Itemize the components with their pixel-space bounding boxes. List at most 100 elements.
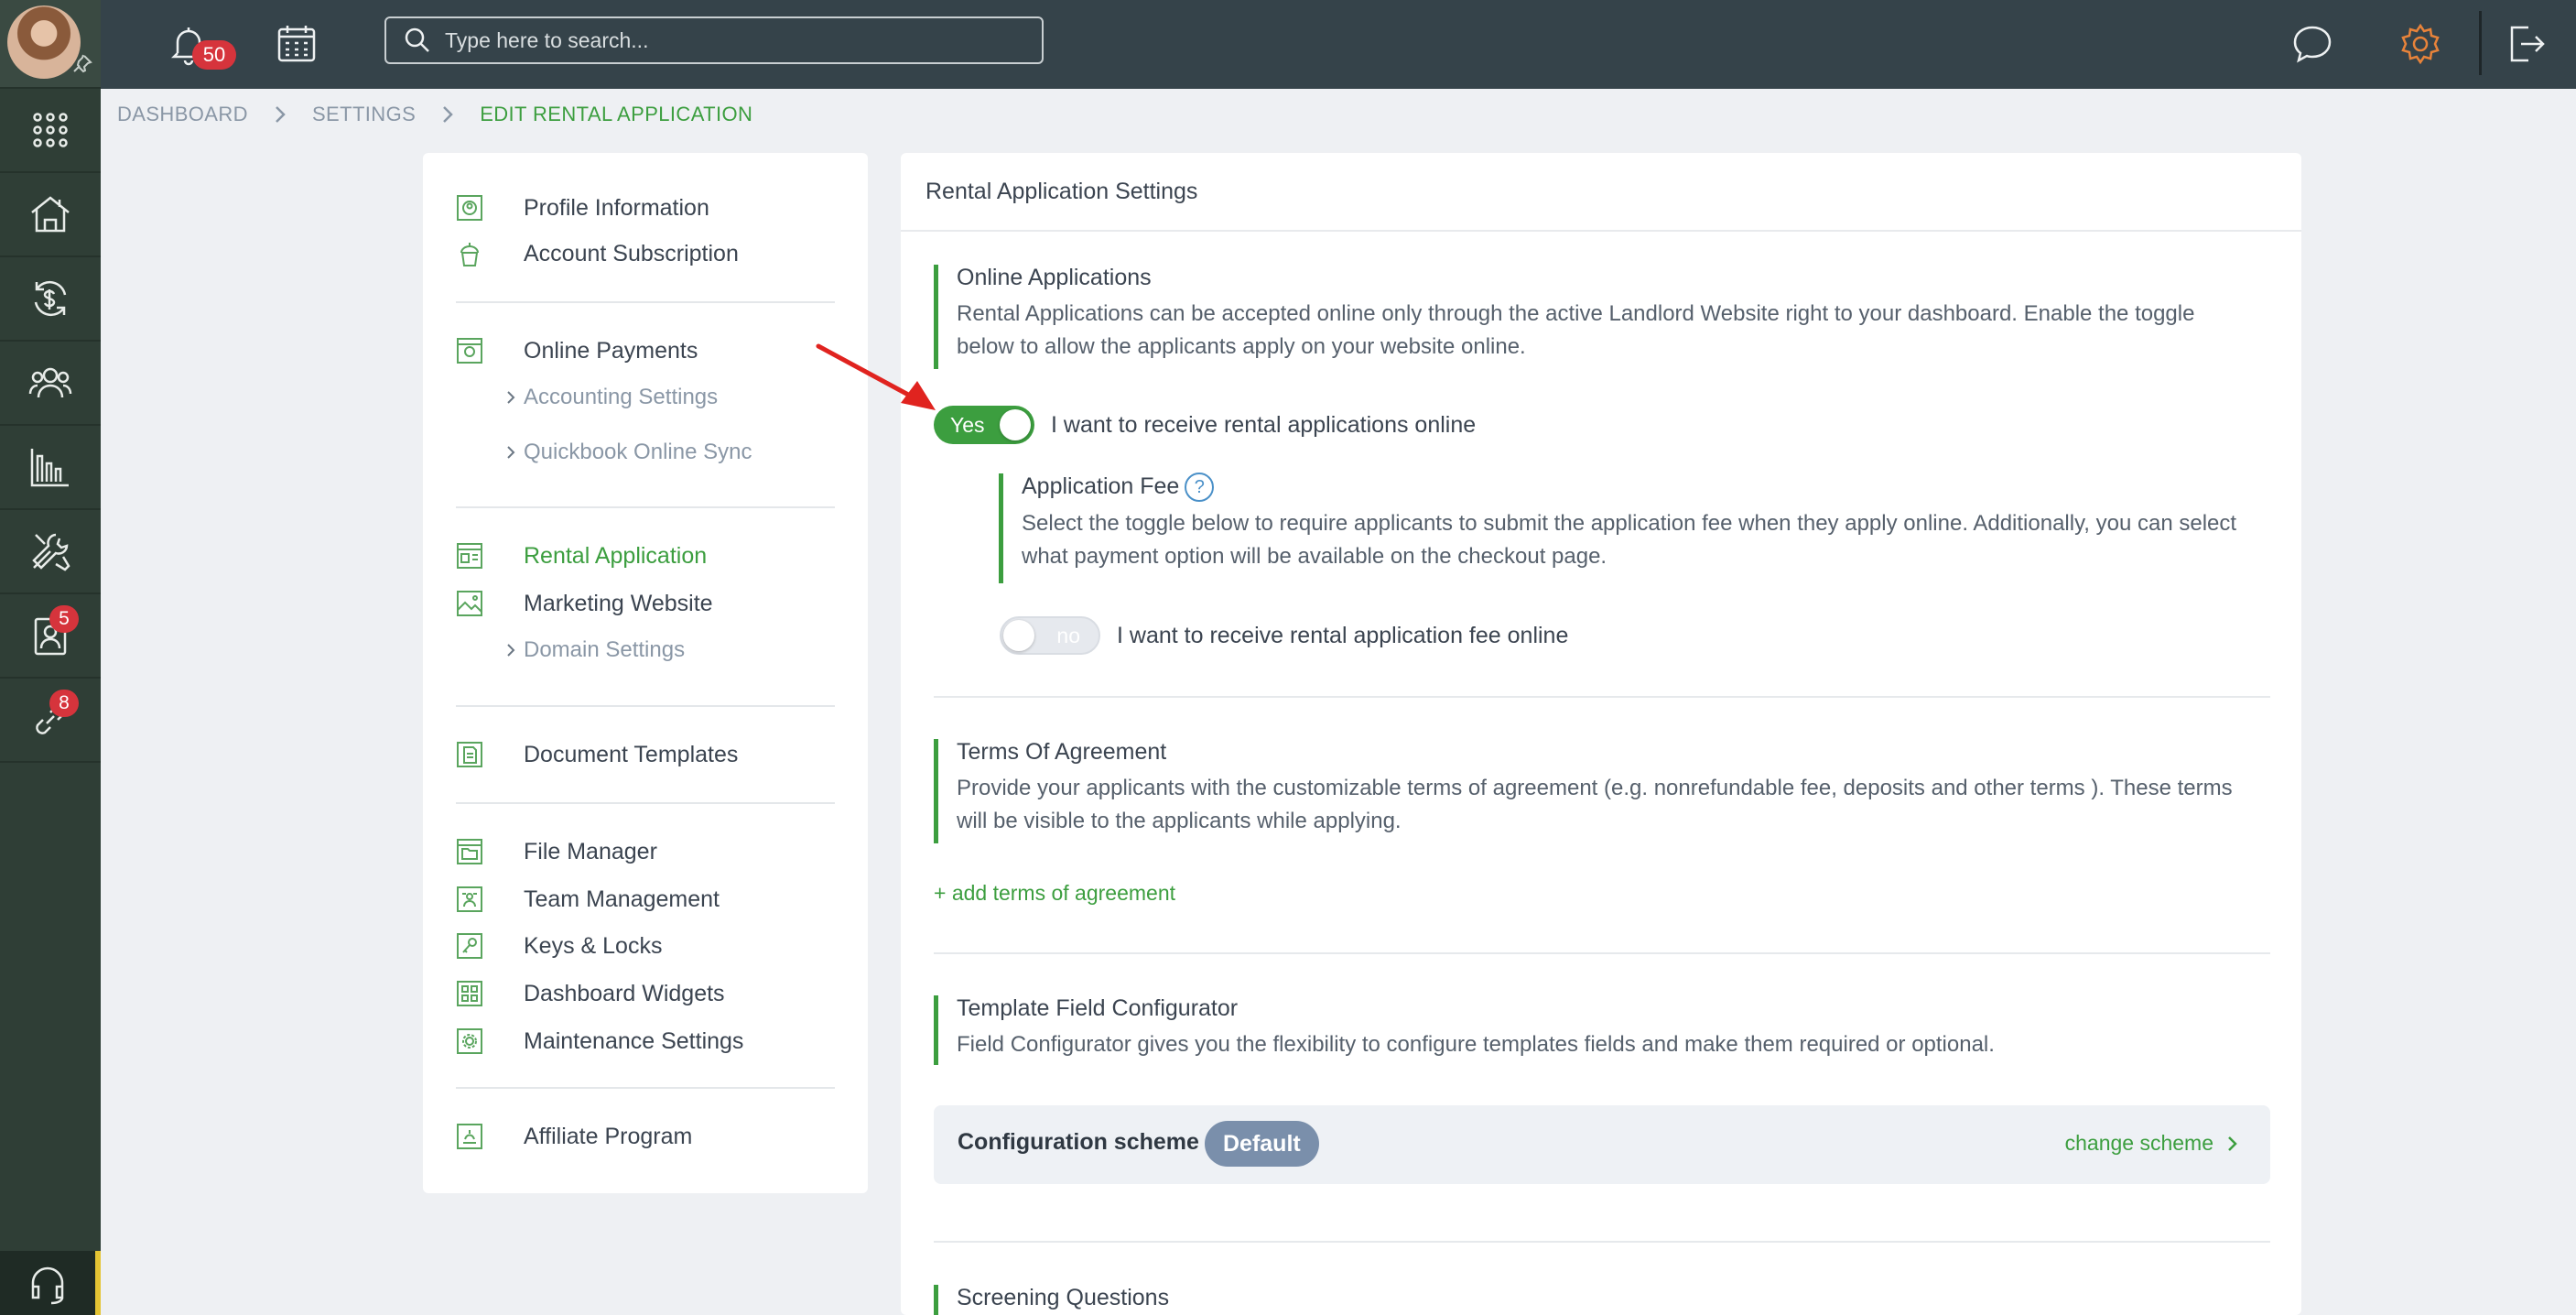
breadcrumb-settings[interactable]: SETTINGS bbox=[312, 103, 416, 126]
nav-affiliate-program[interactable]: Affiliate Program bbox=[456, 1120, 692, 1153]
reports-button[interactable] bbox=[0, 426, 101, 510]
notifications-badge: 50 bbox=[192, 40, 236, 70]
cupcake-icon bbox=[460, 243, 479, 266]
nav-dashboard-widgets[interactable]: Dashboard Widgets bbox=[456, 977, 725, 1010]
chevron-right-icon bbox=[441, 106, 454, 123]
section-divider bbox=[934, 952, 2270, 954]
maintenance-tools-icon bbox=[32, 533, 70, 571]
pin-icon[interactable] bbox=[71, 53, 93, 75]
widgets-icon bbox=[457, 981, 482, 1006]
section-description: Rental Applications can be accepted onli… bbox=[957, 301, 2195, 359]
nav-divider bbox=[456, 301, 835, 303]
toggle-knob bbox=[1003, 620, 1034, 651]
calendar-icon bbox=[277, 26, 316, 62]
profile-icon bbox=[457, 195, 482, 221]
search-bar[interactable] bbox=[384, 16, 1044, 64]
nav-online-payments[interactable]: Online Payments bbox=[456, 334, 698, 367]
nav-account-subscription[interactable]: Account Subscription bbox=[456, 237, 739, 270]
configuration-scheme-label: Configuration scheme bbox=[958, 1129, 1199, 1155]
folder-icon bbox=[457, 839, 482, 864]
accounting-button[interactable] bbox=[0, 257, 101, 342]
breadcrumb: DASHBOARD SETTINGS EDIT RENTAL APPLICATI… bbox=[117, 103, 752, 126]
reports-icon bbox=[30, 449, 69, 487]
nav-profile-information[interactable]: Profile Information bbox=[456, 191, 709, 224]
terms-of-agreement-section: Terms Of Agreement Provide your applican… bbox=[934, 739, 2252, 843]
toggle-label: I want to receive rental applications on… bbox=[1051, 411, 1477, 438]
people-button[interactable] bbox=[0, 342, 101, 426]
search-input[interactable] bbox=[445, 27, 1042, 53]
settings-button[interactable] bbox=[2395, 18, 2446, 70]
toggle-knob bbox=[1000, 409, 1031, 440]
chat-button[interactable] bbox=[2287, 18, 2338, 70]
scheme-badge: Default bbox=[1205, 1121, 1319, 1167]
online-applications-section: Online Applications Rental Applications … bbox=[934, 265, 2252, 369]
notifications-button[interactable]: 50 bbox=[163, 18, 236, 70]
nav-document-templates[interactable]: Document Templates bbox=[456, 738, 738, 771]
nav-divider bbox=[456, 506, 835, 508]
help-icon[interactable]: ? bbox=[1185, 473, 1215, 503]
rental-application-icon bbox=[457, 543, 482, 569]
nav-domain-settings[interactable]: Domain Settings bbox=[503, 636, 685, 665]
chevron-right-icon bbox=[507, 644, 515, 657]
nav-team-management[interactable]: Team Management bbox=[456, 883, 720, 916]
nav-accounting-settings[interactable]: Accounting Settings bbox=[503, 383, 718, 412]
chevron-right-icon bbox=[507, 446, 515, 459]
toggle-label: I want to receive rental application fee… bbox=[1117, 622, 1569, 648]
document-icon bbox=[457, 742, 482, 767]
nav-keys-locks[interactable]: Keys & Locks bbox=[456, 929, 662, 962]
nav-rental-application[interactable]: Rental Application bbox=[456, 539, 707, 572]
application-fee-toggle[interactable]: no bbox=[1000, 616, 1100, 655]
leads-badge: 8 bbox=[49, 690, 79, 717]
breadcrumb-edit-rental-application: EDIT RENTAL APPLICATION bbox=[480, 103, 753, 125]
logout-button[interactable] bbox=[2499, 18, 2550, 70]
online-applications-toggle[interactable]: Yes bbox=[934, 406, 1034, 444]
section-description: Field Configurator gives you the flexibi… bbox=[957, 1032, 1995, 1057]
application-fee-toggle-row: no I want to receive rental application … bbox=[1000, 616, 1568, 655]
change-scheme-link[interactable]: change scheme bbox=[2065, 1131, 2239, 1156]
maintenance-gear-icon bbox=[457, 1028, 482, 1054]
nav-file-manager[interactable]: File Manager bbox=[456, 835, 657, 868]
section-title: Application Fee? bbox=[1022, 472, 2253, 503]
nav-divider bbox=[456, 1087, 835, 1089]
nav-maintenance-settings[interactable]: Maintenance Settings bbox=[456, 1025, 743, 1058]
nav-divider bbox=[456, 705, 835, 707]
chevron-right-icon bbox=[507, 391, 515, 404]
search-icon bbox=[405, 27, 429, 52]
add-terms-link[interactable]: + add terms of agreement bbox=[934, 881, 1175, 906]
nav-marketing-website[interactable]: Marketing Website bbox=[456, 587, 713, 620]
chevron-right-icon bbox=[2228, 1136, 2237, 1151]
template-field-configurator-section: Template Field Configurator Field Config… bbox=[934, 995, 2252, 1065]
panel-title: Rental Application Settings bbox=[901, 153, 2301, 232]
calendar-button[interactable] bbox=[271, 18, 322, 70]
apps-grid-icon bbox=[33, 113, 68, 147]
properties-button[interactable] bbox=[0, 173, 101, 257]
section-title: Screening Questions bbox=[957, 1285, 1170, 1310]
apps-grid-button[interactable] bbox=[0, 89, 101, 173]
section-divider bbox=[934, 1241, 2270, 1243]
support-button[interactable] bbox=[0, 1251, 101, 1315]
key-icon bbox=[457, 933, 482, 959]
gear-icon bbox=[2401, 23, 2440, 65]
people-icon bbox=[28, 367, 72, 398]
section-divider bbox=[934, 696, 2270, 698]
application-fee-section: Application Fee? Select the toggle below… bbox=[999, 473, 2253, 583]
section-description: Select the toggle below to require appli… bbox=[1022, 511, 2237, 570]
breadcrumb-dashboard[interactable]: DASHBOARD bbox=[117, 103, 248, 126]
logout-icon bbox=[2510, 26, 2545, 62]
properties-icon bbox=[31, 196, 70, 233]
user-photo bbox=[7, 5, 81, 79]
nav-divider bbox=[456, 802, 835, 804]
nav-quickbook-online-sync[interactable]: Quickbook Online Sync bbox=[503, 438, 752, 467]
maintenance-button[interactable] bbox=[0, 510, 101, 594]
accounting-icon bbox=[34, 280, 67, 317]
settings-nav: Profile Information Account Subscription… bbox=[423, 153, 868, 1193]
section-title: Terms Of Agreement bbox=[957, 739, 1167, 765]
chat-icon bbox=[2293, 26, 2332, 63]
avatar[interactable] bbox=[0, 0, 101, 89]
applicants-button[interactable]: 5 bbox=[0, 594, 101, 679]
rental-application-settings-panel: Rental Application Settings Online Appli… bbox=[901, 153, 2301, 1315]
screening-questions-section: Screening Questions bbox=[934, 1285, 2252, 1315]
annotation-arrow-icon bbox=[816, 343, 936, 410]
leads-button[interactable]: 8 bbox=[0, 679, 101, 763]
support-headset-icon bbox=[31, 1266, 64, 1305]
